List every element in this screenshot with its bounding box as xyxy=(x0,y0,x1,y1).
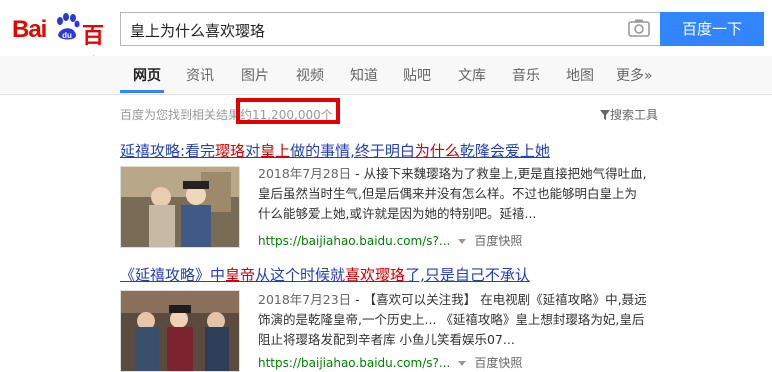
dropdown-arrow-icon[interactable] xyxy=(458,361,467,366)
title-text: 延禧攻略:看完 xyxy=(120,142,216,160)
result-url[interactable]: https://baijiahao.baidu.com/s?... xyxy=(258,234,450,248)
title-text: 《延禧攻略》中 xyxy=(120,266,226,284)
result-count-prefix: 百度为您找到相关结果约 xyxy=(120,108,253,122)
snapshot-link[interactable]: 百度快照 xyxy=(474,234,522,248)
baidu-paw-icon: du xyxy=(57,13,80,40)
tab-more[interactable]: 更多» xyxy=(616,65,653,85)
abstract-line: - 从接下来魏璎珞为了救皇上,更是直接把她气得吐血, xyxy=(351,166,647,181)
thumbnail-image xyxy=(121,291,239,371)
result-url-line-1: https://baijiahao.baidu.com/s?... 百度快照 xyxy=(258,232,522,249)
tab-web[interactable]: 网页 xyxy=(133,65,161,85)
abstract-line: - 【喜欢可以关注我】 在电视剧《延禧攻略》中,聂远 xyxy=(351,292,647,307)
tab-map[interactable]: 地图 xyxy=(566,65,594,85)
abstract-line: 皇后虽然当时生气,但是后偶来并没有怎么样。不过也能够明白皇上为 xyxy=(258,186,637,201)
active-tab-underline xyxy=(120,90,164,93)
dropdown-arrow-icon[interactable] xyxy=(458,239,467,244)
title-text: 对 xyxy=(245,142,261,160)
header: Bai du 百度 皇上为什么喜欢璎珞 百度一下 xyxy=(0,0,772,81)
title-highlight: 喜欢璎珞 xyxy=(345,266,406,284)
result-title-2[interactable]: 《延禧攻略》中皇帝从这个时候就喜欢璎珞了,只是自己不承认 xyxy=(120,264,530,285)
baidu-logo[interactable]: Bai du 百度 xyxy=(12,10,116,81)
thumbnail-image xyxy=(121,167,239,247)
snapshot-link[interactable]: 百度快照 xyxy=(474,356,522,370)
result-url-line-2: https://baijiahao.baidu.com/s?... 百度快照 xyxy=(258,354,522,371)
tab-music[interactable]: 音乐 xyxy=(512,65,540,85)
result-date: 2018年7月23日 xyxy=(258,292,352,307)
result-url[interactable]: https://baijiahao.baidu.com/s?... xyxy=(258,356,450,370)
tab-video[interactable]: 视频 xyxy=(296,65,324,85)
title-text: 从这个时候就 xyxy=(255,266,346,284)
search-tools[interactable]: 搜索工具 xyxy=(600,106,658,123)
abstract-line: 什么能够爱上她,或许就是因为她的特别吧。延禧... xyxy=(258,206,537,221)
title-highlight: 璎珞 xyxy=(215,142,246,160)
search-tools-label: 搜索工具 xyxy=(610,108,659,122)
result-abstract-1: 2018年7月28日 - 从接下来魏璎珞为了救皇上,更是直接把她气得吐血, 皇后… xyxy=(258,164,658,224)
tab-news[interactable]: 资讯 xyxy=(186,65,214,85)
tab-zhidao[interactable]: 知道 xyxy=(350,65,378,85)
search-input[interactable]: 皇上为什么喜欢璎珞 xyxy=(120,12,660,46)
tab-wenku[interactable]: 文库 xyxy=(458,65,486,85)
logo-du: du xyxy=(62,31,72,40)
logo-bai: Bai xyxy=(12,16,47,43)
result-thumbnail-1[interactable] xyxy=(120,166,240,248)
tab-tieba[interactable]: 贴吧 xyxy=(403,65,431,85)
result-date: 2018年7月28日 xyxy=(258,166,352,181)
title-text: 了,只是自己不承认 xyxy=(405,266,530,284)
title-text: 做的事情,终于明白 xyxy=(290,142,415,160)
abstract-line: 饰演的是乾隆皇帝,一个历史上... 《延禧攻略》皇上想封璎珞为妃,皇后 xyxy=(258,312,645,327)
abstract-line: 阻止将璎珞发配到辛者库 小鱼儿笑看娱乐07... xyxy=(258,332,515,347)
result-title-1[interactable]: 延禧攻略:看完璎珞对皇上做的事情,终于明白为什么乾隆会爱上她 xyxy=(120,140,550,161)
filter-icon xyxy=(600,110,610,120)
tab-images[interactable]: 图片 xyxy=(241,65,269,85)
result-thumbnail-2[interactable] xyxy=(120,290,240,372)
result-abstract-2: 2018年7月23日 - 【喜欢可以关注我】 在电视剧《延禧攻略》中,聂远 饰演… xyxy=(258,290,658,350)
title-text: 乾隆会爱上她 xyxy=(459,142,550,160)
search-button[interactable]: 百度一下 xyxy=(660,12,764,46)
title-highlight: 皇上 xyxy=(260,142,291,160)
nav-tabs: 网页 资讯 图片 视频 知道 贴吧 文库 音乐 地图 更多» xyxy=(0,56,772,95)
highlight-box xyxy=(236,98,340,124)
title-highlight: 皇帝 xyxy=(225,266,256,284)
title-highlight: 为什么 xyxy=(414,142,460,160)
camera-icon[interactable] xyxy=(628,18,650,38)
search-query: 皇上为什么喜欢璎珞 xyxy=(130,22,266,40)
